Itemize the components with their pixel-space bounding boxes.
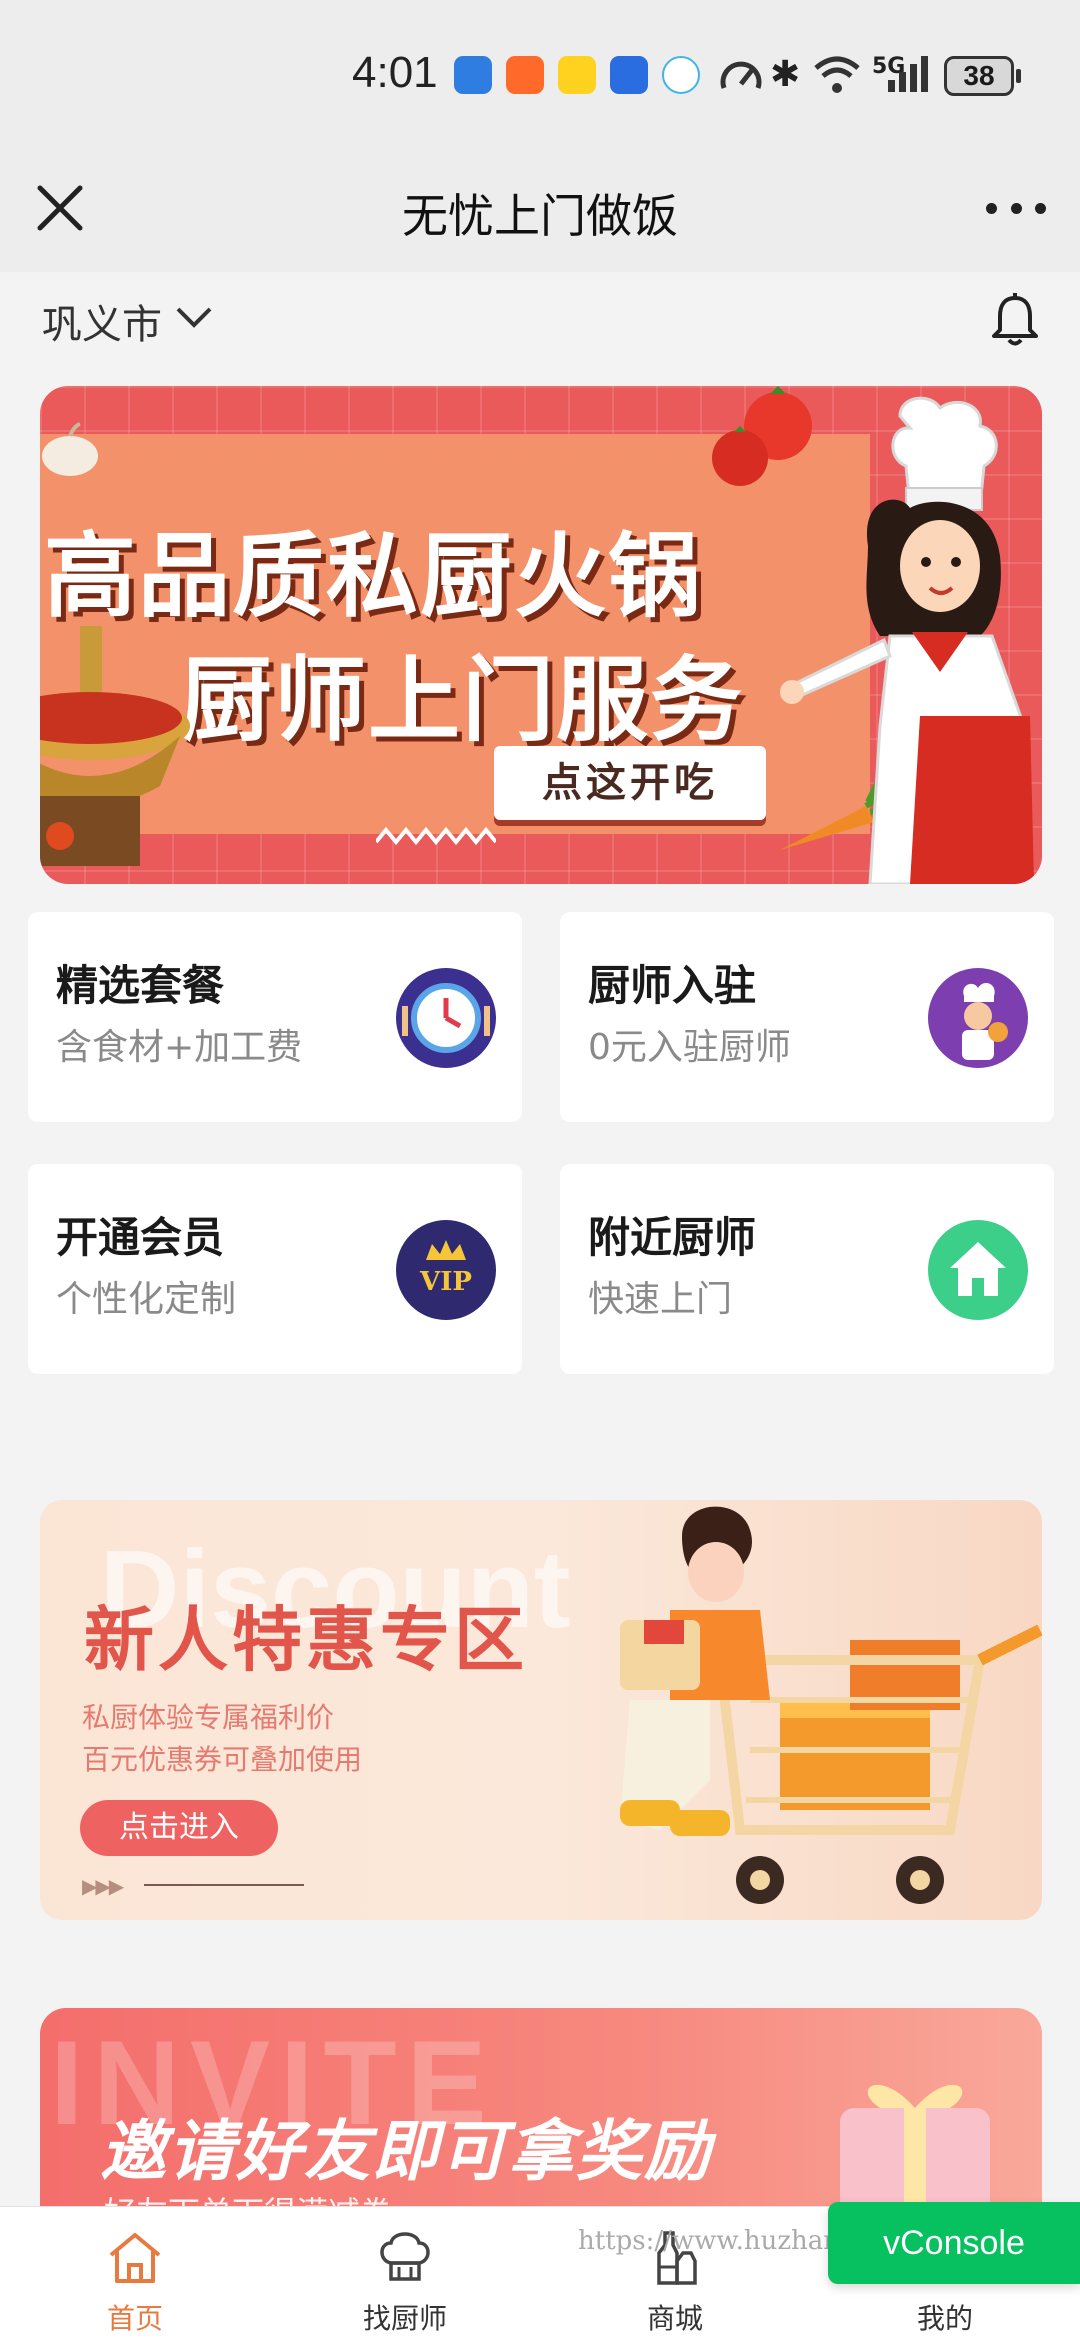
shopping-cart-illustration	[620, 1506, 1042, 1904]
promo-invite-subtitle: 好友下单下得满减卷	[104, 2188, 392, 2208]
card-membership[interactable]: 开通会员 个性化定制 VIP	[28, 1164, 522, 1374]
bluetooth-icon: ✱	[770, 54, 801, 95]
promo-subtitle-1: 私厨体验专属福利价	[82, 1701, 335, 1734]
app-notification-icon	[610, 56, 648, 94]
card-package[interactable]: 精选套餐 含食材+加工费	[28, 912, 522, 1122]
hero-banner[interactable]: 高品质私厨火锅 厨师上门服务 点这开吃	[40, 386, 1042, 884]
clock-icon	[396, 968, 496, 1068]
promo-title: 新人特惠专区	[84, 1599, 528, 1681]
home-tab-icon	[109, 2233, 161, 2283]
card-subtitle: 个性化定制	[56, 1279, 237, 1320]
vip-icon: VIP	[396, 1220, 496, 1320]
promo-arrows: ▶▶▶	[82, 1874, 124, 1898]
tab-find-chef[interactable]: 找厨师	[270, 2207, 540, 2340]
signal-icon	[888, 56, 928, 92]
app-notification-icon	[454, 56, 492, 94]
card-title: 精选套餐	[56, 961, 225, 1010]
dot-icon	[986, 202, 997, 214]
card-title: 附近厨师	[588, 1213, 757, 1262]
garlic-icon	[42, 422, 98, 476]
app-notification-icon	[558, 56, 596, 94]
status-bar: 4:01 ✱ 5G 38	[0, 0, 1080, 150]
promo-line	[144, 1884, 304, 1886]
dot-icon	[1010, 202, 1022, 214]
promo-enter-button[interactable]: 点击进入	[80, 1800, 278, 1856]
tab-label: 商城	[646, 2302, 703, 2335]
tab-label: 找厨师	[362, 2302, 447, 2335]
page-title: 无忧上门做饭	[402, 189, 678, 243]
battery-icon: 38	[944, 56, 1021, 96]
banner-headline-2: 厨师上门服务	[180, 647, 745, 754]
app-notification-icon	[506, 56, 544, 94]
gift-icon	[840, 2084, 990, 2208]
chef-illustration	[780, 396, 1034, 884]
chef-icon	[928, 968, 1028, 1068]
promo-invite-banner[interactable]: INVITE 邀请好友即可拿奖励 好友下单下得满减卷	[40, 2008, 1042, 2208]
location-row: 巩义市	[0, 272, 1080, 372]
promo-invite-title: 邀请好友即可拿奖励	[100, 2113, 712, 2190]
hotpot-icon	[40, 626, 190, 866]
bell-icon[interactable]	[990, 292, 1040, 348]
home-icon	[928, 1220, 1028, 1320]
city-selector[interactable]: 巩义市	[42, 292, 162, 350]
chef-hat-icon	[380, 2232, 430, 2281]
card-chef-join[interactable]: 厨师入驻 0元入驻厨师	[560, 912, 1054, 1122]
card-subtitle: 快速上门	[588, 1279, 733, 1320]
card-title: 开通会员	[56, 1213, 225, 1262]
chevron-down-icon[interactable]	[176, 306, 212, 328]
tab-label: 首页	[106, 2302, 163, 2335]
status-time: 4:01	[352, 48, 438, 97]
speed-icon	[720, 61, 762, 89]
dot-icon	[1035, 202, 1046, 214]
zigzag-decoration	[376, 826, 496, 846]
card-nearby-chef[interactable]: 附近厨师 快速上门	[560, 1164, 1054, 1374]
wifi-icon	[814, 56, 860, 93]
promo-new-user-banner[interactable]: Discount 新人特惠专区 私厨体验专属福利价 百元优惠券可叠加使用 点击进…	[40, 1500, 1042, 1920]
banner-headline-1: 高品质私厨火锅	[44, 523, 703, 630]
more-menu-button[interactable]	[986, 190, 1046, 226]
card-title: 厨师入驻	[588, 961, 757, 1010]
nav-bar: 无忧上门做饭	[0, 150, 1080, 272]
vconsole-button[interactable]: vConsole	[828, 2202, 1080, 2284]
tab-home[interactable]: 首页	[0, 2207, 270, 2340]
card-subtitle: 0元入驻厨师	[588, 1027, 791, 1068]
app-notification-icon	[662, 56, 700, 94]
tab-label: 我的	[916, 2302, 973, 2335]
promo-subtitle-2: 百元优惠券可叠加使用	[82, 1743, 363, 1776]
card-subtitle: 含食材+加工费	[56, 1027, 303, 1068]
svg-text:VIP: VIP	[419, 1267, 472, 1297]
banner-cta-button[interactable]: 点这开吃	[494, 746, 766, 820]
